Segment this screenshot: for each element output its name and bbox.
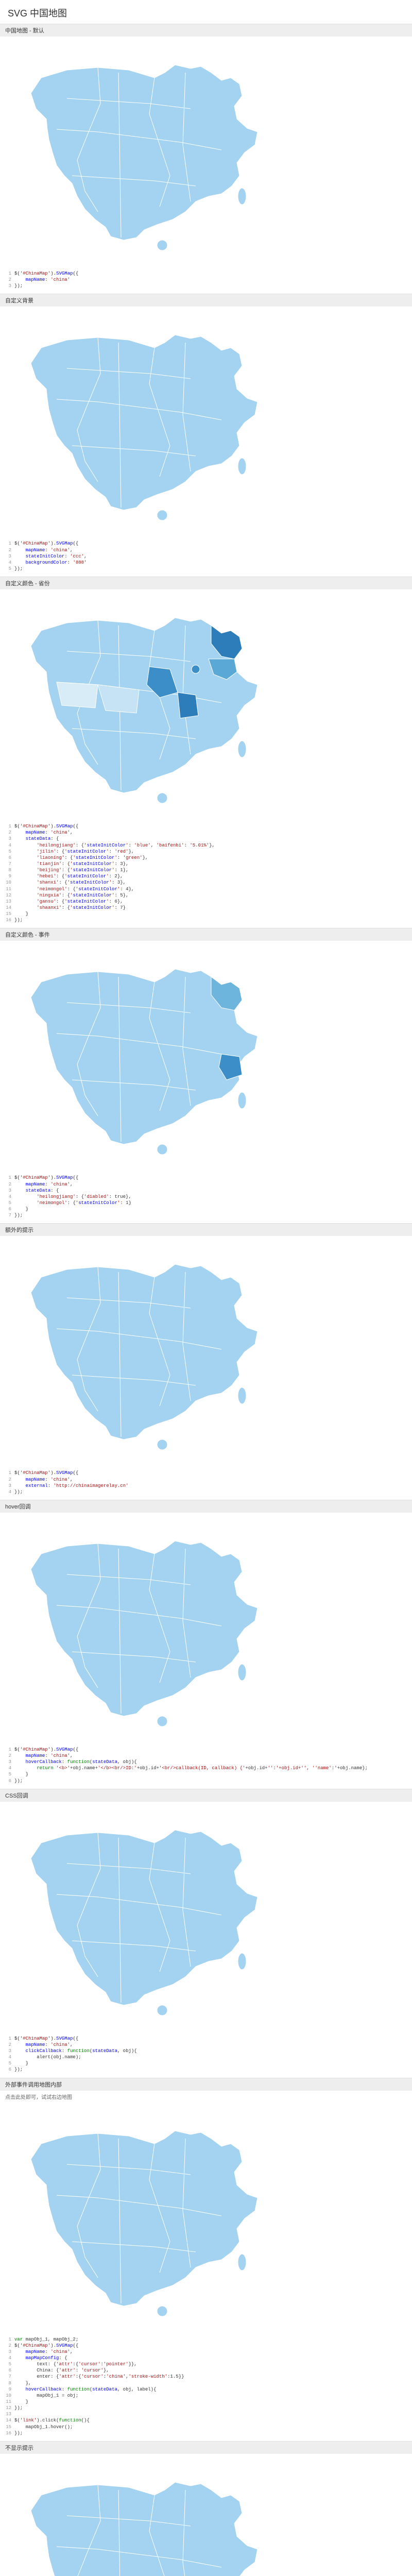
section-s8: 外部事件调用地图内部点击此处即可，试试右边地图 1var mapObj_1, m… bbox=[0, 2078, 412, 2438]
china-map[interactable] bbox=[5, 1807, 294, 2033]
code-block: 1$('#ChinaMap').SVGMap({ 2 mapName: 'chi… bbox=[0, 1173, 412, 1221]
code-block: 1$('#ChinaMap').SVGMap({ 2 mapName: 'chi… bbox=[0, 2033, 412, 2075]
section-header: hover回调 bbox=[0, 1500, 412, 1513]
code-block: 1var mapObj_1, mapObj_2; 2$('#ChinaMap')… bbox=[0, 2334, 412, 2438]
code-block: 1$('#ChinaMap').SVGMap({ 2 mapName: 'chi… bbox=[0, 538, 412, 574]
china-map[interactable] bbox=[5, 2108, 294, 2334]
section-header: 自定义颜色 - 省份 bbox=[0, 577, 412, 589]
section-s5: 额外的提示 1$('#ChinaMap').SVGMap({ 2 mapName… bbox=[0, 1223, 412, 1497]
code-block: 1$('#ChinaMap').SVGMap({ 2 mapName: 'chi… bbox=[0, 1468, 412, 1497]
section-header: 自定义颜色 - 事件 bbox=[0, 928, 412, 941]
section-s4: 自定义颜色 - 事件 1$('#ChinaMap').SVGMap({ 2 ma… bbox=[0, 928, 412, 1221]
section-header: 不显示提示 bbox=[0, 2441, 412, 2454]
china-map[interactable] bbox=[5, 946, 294, 1173]
section-header: CSS回调 bbox=[0, 1789, 412, 1802]
section-subtitle: 点击此处即可，试试右边地图 bbox=[0, 2091, 412, 2103]
china-map[interactable] bbox=[5, 42, 294, 268]
china-map[interactable] bbox=[5, 2459, 294, 2576]
china-map[interactable] bbox=[5, 1518, 294, 1744]
china-map[interactable] bbox=[5, 595, 294, 821]
section-s2: 自定义背景 1$('#ChinaMap').SVGMap({ 2 mapName… bbox=[0, 294, 412, 574]
section-header: 中国地图 - 默认 bbox=[0, 24, 412, 37]
page-title: SVG 中国地图 bbox=[0, 0, 412, 24]
section-s6: hover回调 1$('#ChinaMap').SVGMap({ 2 mapNa… bbox=[0, 1500, 412, 1786]
section-s9: 不显示提示 1$('#ChinaMap').SVGMap({ 2 mapName… bbox=[0, 2441, 412, 2576]
section-s1: 中国地图 - 默认 1$('#ChinaMap').SVGMap({ 2 map… bbox=[0, 24, 412, 291]
section-header: 外部事件调用地图内部 bbox=[0, 2078, 412, 2091]
code-block: 1$('#ChinaMap').SVGMap({ 2 mapName: 'chi… bbox=[0, 268, 412, 291]
section-header: 额外的提示 bbox=[0, 1223, 412, 1236]
section-header: 自定义背景 bbox=[0, 294, 412, 307]
code-block: 1$('#ChinaMap').SVGMap({ 2 mapName: 'chi… bbox=[0, 1744, 412, 1786]
section-s7: CSS回调 1$('#ChinaMap').SVGMap({ 2 mapName… bbox=[0, 1789, 412, 2075]
code-block: 1$('#ChinaMap').SVGMap({ 2 mapName: 'chi… bbox=[0, 821, 412, 925]
section-s3: 自定义颜色 - 省份 1$('#ChinaMap').SVGMap({ 2 ma… bbox=[0, 577, 412, 925]
china-map[interactable] bbox=[5, 1241, 294, 1468]
china-map[interactable] bbox=[5, 312, 294, 538]
